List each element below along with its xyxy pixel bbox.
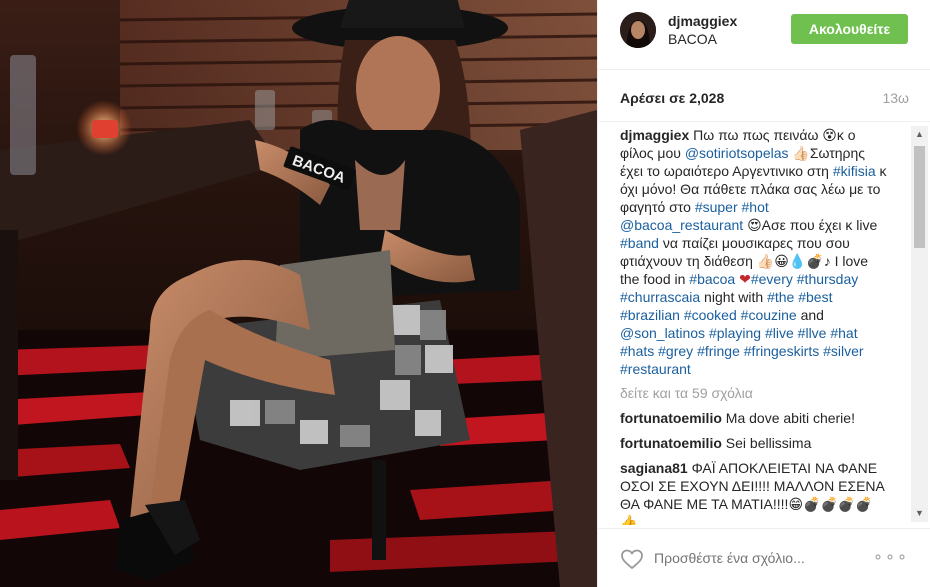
hashtag-link[interactable]: #fringe [697, 343, 740, 359]
comment-footer: ∘∘∘ [598, 528, 930, 587]
hashtag-link[interactable]: #playing [709, 325, 761, 341]
hashtag-link[interactable]: #hats [620, 343, 654, 359]
mention-link[interactable]: @sotiriotsopelas [685, 145, 789, 161]
hashtag-link[interactable]: #thursday [797, 271, 858, 287]
post-time[interactable]: 13ω [882, 90, 909, 106]
scrollbar-thumb[interactable] [914, 146, 925, 248]
hashtag-link[interactable]: #every [751, 271, 793, 287]
post-side-panel: djmaggiex BACOA Ακολουθείτε Αρέσει σε 2,… [597, 0, 930, 587]
likes-row: Αρέσει σε 2,028 13ω [598, 70, 930, 122]
avatar-image [620, 12, 656, 48]
hashtag-link[interactable]: #super [695, 199, 738, 215]
hashtag-link[interactable]: #couzine [741, 307, 797, 323]
comment-item: fortunatoemilio Sei bellissima [620, 434, 888, 452]
hashtag-link[interactable]: #the [767, 289, 794, 305]
post-header: djmaggiex BACOA Ακολουθείτε [598, 0, 930, 70]
follow-button[interactable]: Ακολουθείτε [791, 14, 908, 44]
caption-text: ❤ [735, 271, 751, 287]
caption-text: 😍Ασε που έχει κ live [743, 217, 878, 233]
caption-text: night with [700, 289, 768, 305]
hashtag-link[interactable]: #churrascaia [620, 289, 700, 305]
comment-item: sagiana81 ΦΑΪ ΑΠΟΚΛΕΙΕΤΑΙ ΝΑ ΦΑΝΕ ΟΣΟΙ Σ… [620, 459, 888, 525]
add-comment-input[interactable] [654, 550, 874, 566]
hashtag-link[interactable]: #llve [798, 325, 827, 341]
heart-outline-icon[interactable] [620, 548, 644, 570]
post-location[interactable]: BACOA [668, 31, 717, 47]
caption-text: and [796, 307, 824, 323]
scroll-up-arrow-icon[interactable]: ▲ [911, 126, 928, 143]
hashtag-link[interactable]: #bacoa [689, 271, 735, 287]
hashtag-link[interactable]: #cooked [684, 307, 737, 323]
hashtag-link[interactable]: #kifisia [833, 163, 876, 179]
hashtag-link[interactable]: #best [798, 289, 832, 305]
comment-text: Sei bellissima [721, 435, 812, 451]
comment-text: Ma dove abiti cherie! [721, 410, 855, 426]
likes-count[interactable]: Αρέσει σε 2,028 [620, 90, 724, 106]
instagram-post-modal: BACOA djmaggiex BACOA Ακολουθείτε Αρέσει… [0, 0, 930, 587]
hashtag-link[interactable]: #silver [823, 343, 863, 359]
hashtag-link[interactable]: #grey [658, 343, 693, 359]
comment-username[interactable]: fortunatoemilio [620, 410, 722, 426]
hashtag-link[interactable]: #brazilian [620, 307, 680, 323]
hashtag-link[interactable]: #fringeskirts [744, 343, 819, 359]
mention-link[interactable]: @bacoa_restaurant [620, 217, 743, 233]
post-username[interactable]: djmaggiex [668, 13, 737, 29]
scroll-down-arrow-icon[interactable]: ▼ [911, 505, 928, 522]
more-options-icon[interactable]: ∘∘∘ [873, 547, 909, 567]
post-photo[interactable]: BACOA [0, 0, 597, 587]
comments-list: djmaggiex Πω πω πως πεινάω 😵κ ο φίλος μο… [620, 126, 888, 525]
photo-illustration: BACOA [0, 0, 597, 587]
post-caption: djmaggiex Πω πω πως πεινάω 😵κ ο φίλος μο… [620, 126, 888, 378]
comment-username[interactable]: fortunatoemilio [620, 435, 722, 451]
hashtag-link[interactable]: #live [765, 325, 794, 341]
comments-scrollbar[interactable]: ▲ ▼ [911, 126, 928, 522]
comment-item: fortunatoemilio Ma dove abiti cherie! [620, 409, 888, 427]
user-avatar[interactable] [620, 12, 656, 48]
hashtag-link[interactable]: #hat [830, 325, 857, 341]
comment-username[interactable]: sagiana81 [620, 460, 688, 476]
hashtag-link[interactable]: #hot [742, 199, 769, 215]
view-all-comments-link[interactable]: δείτε και τα 59 σχόλια [620, 384, 888, 402]
caption-username[interactable]: djmaggiex [620, 127, 689, 143]
hashtag-link[interactable]: #band [620, 235, 659, 251]
hashtag-link[interactable]: #restaurant [620, 361, 691, 377]
mention-link[interactable]: @son_latinos [620, 325, 705, 341]
comments-section[interactable]: djmaggiex Πω πω πως πεινάω 😵κ ο φίλος μο… [598, 123, 930, 525]
